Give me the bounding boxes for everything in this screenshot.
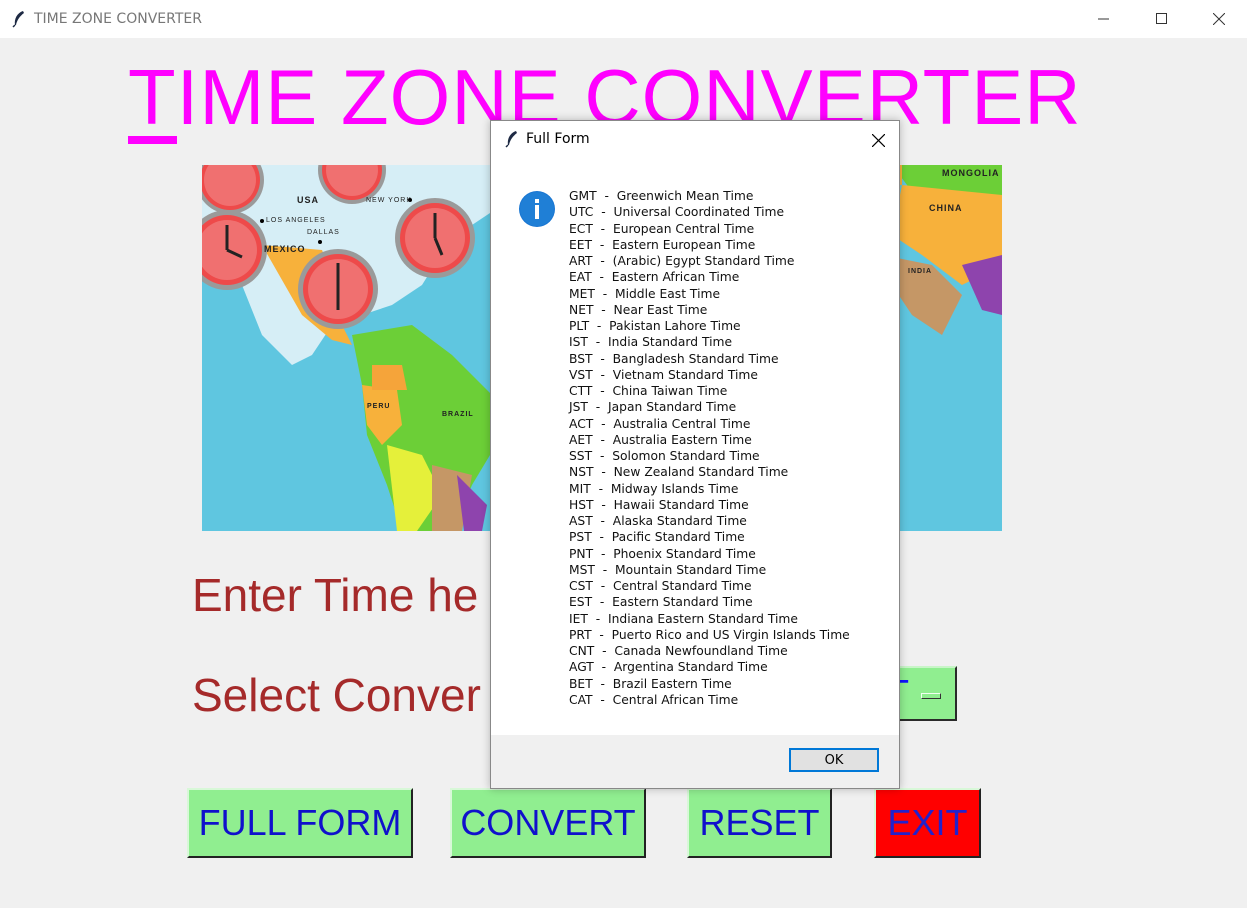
full-form-entry: PRT - Puerto Rico and US Virgin Islands … (569, 627, 850, 642)
full-form-entry: VST - Vietnam Standard Time (569, 367, 758, 382)
full-form-entry: CTT - China Taiwan Time (569, 384, 728, 398)
maximize-icon (1156, 13, 1167, 24)
dialog-close-button[interactable] (867, 129, 889, 151)
clock-graphic-3 (395, 198, 475, 278)
maximize-button[interactable] (1133, 0, 1191, 38)
map-label-peru: PERU (367, 403, 391, 410)
window-titlebar: TIME ZONE CONVERTER (0, 0, 1247, 38)
info-icon (519, 191, 555, 227)
full-form-entry: ACT - Australia Central Time (569, 416, 751, 431)
map-label-mongolia: MONGOLIA (942, 168, 1000, 178)
map-label-los-angeles: LOS ANGELES (266, 217, 326, 224)
feather-icon (505, 131, 517, 148)
full-form-entry: EET - Eastern European Time (569, 237, 756, 252)
full-form-entry: AET - Australia Eastern Time (569, 432, 752, 447)
full-form-entry: MIT - Midway Islands Time (569, 481, 739, 496)
full-form-entry: CNT - Canada Newfoundland Time (569, 644, 788, 658)
full-form-dialog: Full Form GMT - Greenwich Mean Time UTC -… (490, 120, 900, 789)
full-form-entry: AST - Alaska Standard Time (569, 514, 747, 528)
full-form-entry: NET - Near East Time (569, 302, 708, 317)
enter-time-label: Enter Time he (192, 569, 479, 621)
map-label-usa: USA (297, 195, 320, 205)
full-form-entry: EAT - Eastern African Time (569, 270, 740, 285)
full-form-entry: JST - Japan Standard Time (569, 400, 737, 415)
full-form-button[interactable]: FULL FORM (187, 788, 413, 858)
full-form-entry: GMT - Greenwich Mean Time (569, 189, 754, 203)
dialog-footer: OK (491, 735, 899, 788)
select-convert-label: Select Conver (192, 669, 481, 721)
full-form-entry: ART - (Arabic) Egypt Standard Time (569, 254, 795, 268)
map-label-india: INDIA (908, 268, 933, 275)
reset-button[interactable]: RESET (687, 788, 832, 858)
full-form-entry: BET - Brazil Eastern Time (569, 676, 732, 691)
map-label-dallas: DALLAS (307, 229, 340, 236)
clock-graphic-5 (298, 249, 378, 329)
full-form-entry: SST - Solomon Standard Time (569, 449, 760, 463)
full-form-entry: ECT - European Central Time (569, 221, 755, 236)
option-menu-indicator-icon (921, 693, 941, 699)
full-form-entry: CST - Central Standard Time (569, 579, 752, 593)
dialog-titlebar: Full Form (491, 121, 899, 157)
dialog-title: Full Form (526, 131, 590, 147)
full-form-entry: IST - India Standard Time (569, 335, 733, 350)
full-form-entry: NST - New Zealand Standard Time (569, 465, 789, 480)
full-form-entry: UTC - Universal Coordinated Time (569, 205, 785, 220)
exit-button[interactable]: EXIT (874, 788, 981, 858)
full-form-entry: PLT - Pakistan Lahore Time (569, 319, 741, 333)
close-button[interactable] (1190, 0, 1247, 38)
full-form-entry: PST - Pacific Standard Time (569, 530, 745, 545)
full-form-list: GMT - Greenwich Mean Time UTC - Universal… (569, 188, 850, 708)
map-label-new-york: NEW YORK (366, 197, 412, 204)
close-icon (1213, 13, 1225, 25)
full-form-entry: BST - Bangladesh Standard Time (569, 351, 779, 366)
map-label-china: CHINA (929, 203, 963, 213)
map-label-mexico: MEXICO (264, 244, 306, 254)
ok-button[interactable]: OK (789, 748, 879, 772)
full-form-entry: MST - Mountain Standard Time (569, 562, 767, 577)
map-label-brazil: BRAZIL (442, 411, 474, 418)
full-form-entry: HST - Hawaii Standard Time (569, 497, 749, 512)
feather-icon (12, 11, 24, 28)
full-form-entry: IET - Indiana Eastern Standard Time (569, 611, 798, 626)
convert-button[interactable]: CONVERT (450, 788, 646, 858)
full-form-entry: MET - Middle East Time (569, 286, 721, 301)
heading-underlined-letter: T (128, 58, 177, 144)
close-icon (871, 133, 885, 147)
minimize-button[interactable] (1075, 0, 1133, 38)
full-form-entry: AGT - Argentina Standard Time (569, 660, 768, 675)
full-form-entry: EST - Eastern Standard Time (569, 595, 753, 610)
window-title: TIME ZONE CONVERTER (34, 11, 202, 27)
full-form-entry: PNT - Phoenix Standard Time (569, 546, 756, 561)
full-form-entry: CAT - Central African Time (569, 692, 739, 707)
minimize-icon (1098, 18, 1109, 20)
